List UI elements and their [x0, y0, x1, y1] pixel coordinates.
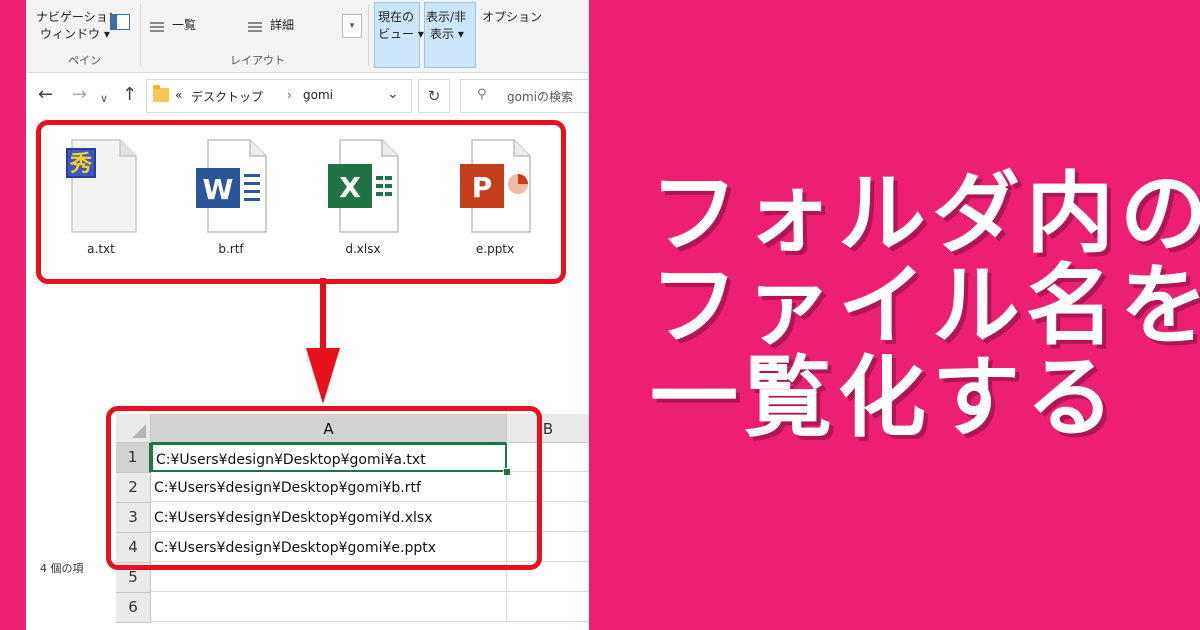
svg-text:P: P: [472, 171, 493, 204]
file-item[interactable]: X d.xlsx: [316, 138, 406, 268]
powerpoint-file-icon: P: [458, 138, 532, 234]
file-name: a.txt: [87, 242, 115, 256]
file-item[interactable]: W b.rtf: [184, 138, 274, 268]
group-label-layout: レイアウト: [230, 54, 285, 67]
group-label-pane: ペイン: [68, 54, 101, 67]
svg-text:X: X: [339, 171, 361, 204]
headline-line-2: ファイル名を: [650, 254, 1200, 357]
excel-file-icon: X: [326, 138, 400, 234]
down-arrow-icon: [320, 278, 326, 350]
address-box[interactable]: « デスクトップ › gomi ⌄: [146, 79, 412, 113]
address-dropdown-icon[interactable]: ⌄: [387, 86, 399, 102]
file-item[interactable]: 秀 a.txt: [54, 138, 144, 268]
list-view-button[interactable]: 一覧: [172, 18, 196, 33]
file-name: b.rtf: [218, 242, 244, 256]
navigation-pane-button-line2[interactable]: ウィンドウ ▾: [40, 27, 110, 42]
forward-arrow-icon[interactable]: →: [72, 86, 87, 104]
breadcrumb-gomi[interactable]: gomi: [303, 88, 333, 102]
recent-chevron-icon[interactable]: ∨: [100, 90, 108, 108]
file-item[interactable]: P e.pptx: [448, 138, 538, 268]
text-file-icon: 秀: [64, 138, 138, 234]
cells-highlight-frame: [106, 406, 542, 570]
address-bar-row: ← → ∨ ↑ « デスクトップ › gomi ⌄ ↻ ⚲ gomiの検索: [26, 74, 589, 118]
ribbon-separator: [140, 4, 141, 66]
svg-text:秀: 秀: [69, 152, 92, 177]
current-view-line1: 現在の: [378, 10, 415, 24]
search-icon: ⚲: [477, 87, 487, 102]
search-input[interactable]: ⚲ gomiの検索: [460, 79, 589, 113]
layout-more-chevron-icon[interactable]: ▾: [342, 14, 362, 38]
status-item-count: 4 個の項: [40, 562, 84, 575]
list-view-icon[interactable]: [150, 20, 164, 32]
headline: フォルダ内の ファイル名を 一覧化する: [650, 162, 1200, 449]
explorer-ribbon: ナビゲーション ウィンドウ ▾ ペイン 一覧 詳細 ▾ レイアウト 現在の ビュ…: [26, 0, 589, 73]
current-view-line2: ビュー ▾: [378, 27, 424, 41]
navigation-pane-icon[interactable]: [110, 14, 130, 30]
navigation-pane-button-line1[interactable]: ナビゲーション: [36, 10, 120, 25]
refresh-icon[interactable]: ↻: [418, 79, 450, 113]
file-name: d.xlsx: [345, 242, 381, 256]
details-view-icon[interactable]: [248, 20, 262, 32]
row-header[interactable]: 6: [116, 593, 151, 623]
breadcrumb-desktop[interactable]: デスクトップ: [191, 88, 263, 105]
cell-a6[interactable]: [151, 593, 507, 622]
options-button[interactable]: オプション: [482, 10, 542, 25]
show-hide-line2: 表示 ▾: [430, 27, 464, 41]
breadcrumb-overflow[interactable]: «: [175, 88, 182, 102]
cell-b6[interactable]: [507, 593, 589, 622]
file-name: e.pptx: [475, 242, 515, 256]
search-placeholder: gomiの検索: [507, 90, 573, 104]
breadcrumb-separator: ›: [287, 88, 292, 102]
back-arrow-icon[interactable]: ←: [38, 86, 53, 104]
svg-text:W: W: [203, 173, 234, 206]
down-arrow-head-icon: [306, 348, 340, 404]
screenshot-panel: ナビゲーション ウィンドウ ▾ ペイン 一覧 詳細 ▾ レイアウト 現在の ビュ…: [26, 0, 589, 630]
show-hide-line1: 表示/非: [426, 10, 467, 24]
word-file-icon: W: [194, 138, 268, 234]
up-arrow-icon[interactable]: ↑: [122, 86, 137, 104]
ribbon-separator: [368, 4, 369, 66]
details-view-button[interactable]: 詳細: [270, 18, 294, 33]
folder-icon: [153, 85, 169, 102]
headline-line-3: 一覧化する: [650, 346, 1121, 449]
headline-line-1: フォルダ内の: [650, 162, 1200, 265]
